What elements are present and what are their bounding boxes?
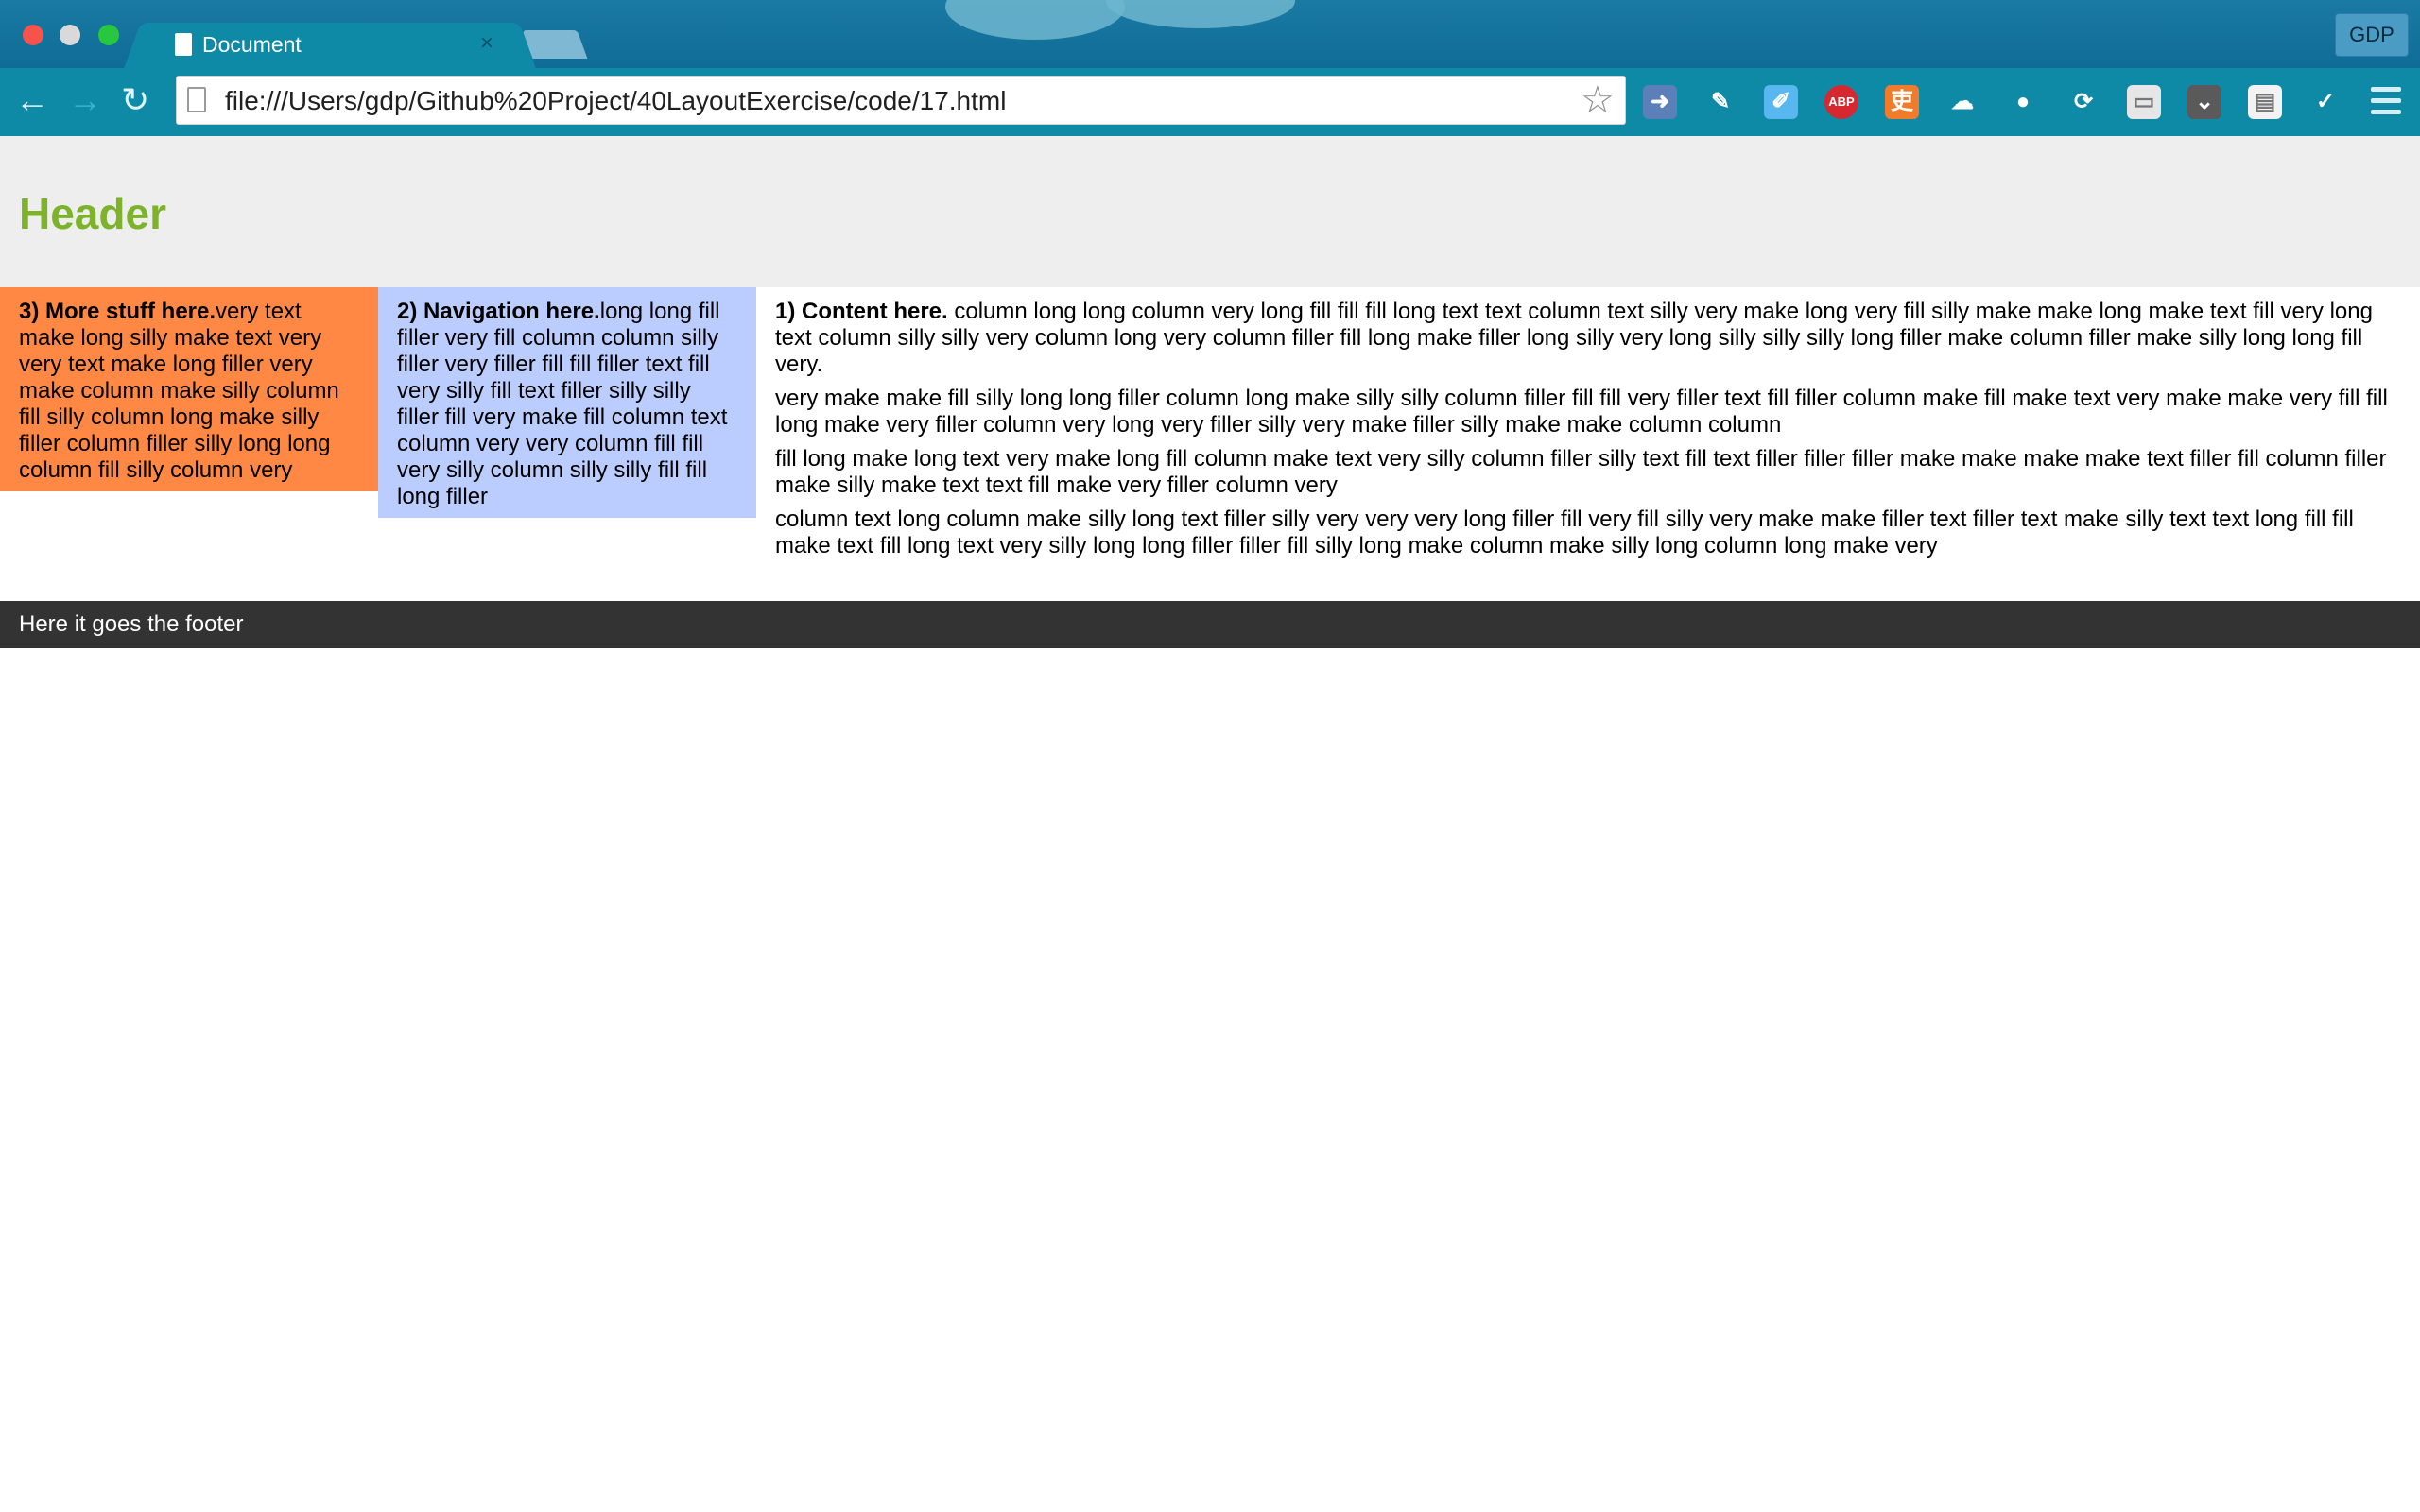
content-column: 1) Content here. column long long column… <box>756 287 2420 567</box>
profile-button[interactable]: GDP <box>2335 13 2409 57</box>
adblock-extension-icon[interactable]: ABP <box>1824 85 1858 119</box>
bookmark-star-icon[interactable]: ☆ <box>1581 79 1615 121</box>
navigation-heading: 2) Navigation here. <box>397 299 600 324</box>
forward-arrow-icon[interactable]: → <box>68 81 102 119</box>
close-window-button[interactable] <box>23 25 43 45</box>
hamburger-menu-icon[interactable] <box>2371 87 2401 115</box>
page-header-title: Header <box>19 189 166 238</box>
zoom-window-button[interactable] <box>98 25 119 45</box>
cloud-extension-icon[interactable]: ☁ <box>1945 85 1979 119</box>
lock-extension-icon[interactable]: ▭ <box>2127 85 2161 119</box>
reload-icon[interactable]: ↻ <box>121 81 149 119</box>
tab-document[interactable] <box>144 23 512 68</box>
evernote-extension-icon[interactable]: ✎ <box>1703 85 1737 119</box>
calendar-extension-icon[interactable]: ▤ <box>2248 85 2282 119</box>
content-paragraph: 1) Content here. column long long column… <box>775 299 2401 378</box>
content-paragraph: column text long column make silly long … <box>775 507 2354 558</box>
content-heading: 1) Content here. <box>775 299 948 324</box>
content-paragraph: very make make fill silly long long fill… <box>775 386 2388 438</box>
sync-extension-icon[interactable]: ⟳ <box>2066 85 2100 119</box>
more-stuff-text: very text make long silly make text very… <box>19 299 339 483</box>
content-text: column long long column very long fill f… <box>775 299 2373 377</box>
back-arrow-icon[interactable]: ← <box>15 81 49 119</box>
tab-title: Document <box>202 32 302 57</box>
titlebar-cloud-decoration <box>1106 0 1295 28</box>
content-paragraph: fill long make long text very make long … <box>775 446 2387 498</box>
translate-extension-icon[interactable]: 吏 <box>1885 85 1919 119</box>
close-tab-icon[interactable]: × <box>480 31 493 56</box>
navigation-column: 2) Navigation here.long long fill filler… <box>378 287 756 518</box>
drop-extension-icon[interactable]: ● <box>2006 85 2040 119</box>
share-extension-icon[interactable]: ➜ <box>1643 85 1677 119</box>
page-header: Header <box>0 136 2420 287</box>
more-stuff-column: 3) More stuff here.very text make long s… <box>0 287 378 491</box>
navigation-text: long long fill filler very fill column c… <box>397 299 728 509</box>
pocket-extension-icon[interactable]: ⌄ <box>2187 85 2221 119</box>
more-stuff-heading: 3) More stuff here. <box>19 299 216 324</box>
page-icon <box>187 87 206 112</box>
new-tab-button[interactable] <box>522 30 588 59</box>
url-text[interactable]: file:///Users/gdp/Github%20Project/40Lay… <box>225 86 1006 116</box>
minimize-window-button[interactable] <box>60 25 80 45</box>
page-footer: Here it goes the footer <box>0 601 2420 648</box>
document-icon <box>175 33 192 56</box>
check-extension-icon[interactable]: ✓ <box>2308 85 2342 119</box>
note-extension-icon[interactable]: ✐ <box>1764 85 1798 119</box>
titlebar-cloud-decoration <box>945 0 1125 40</box>
